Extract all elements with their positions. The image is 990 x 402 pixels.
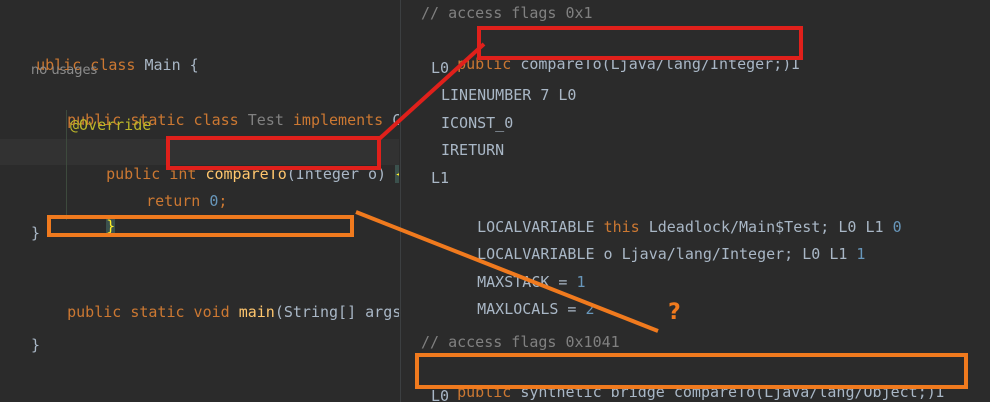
- orange-connector-line: [355, 210, 659, 333]
- question-mark-annotation: ?: [668, 300, 681, 325]
- red-connector-line: [376, 42, 486, 142]
- annotation-arrows: [355, 42, 659, 333]
